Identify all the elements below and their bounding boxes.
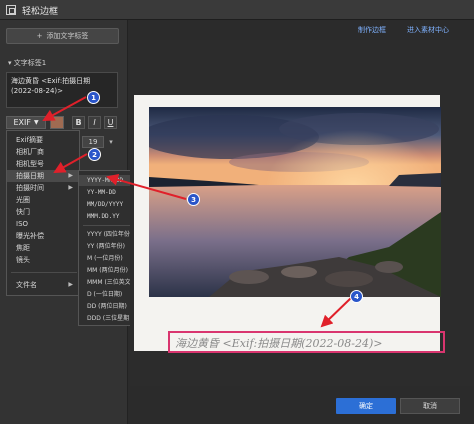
label-text-input[interactable]: 海边黄昏 <Exif:拍摄日期 (2022-08-24)>: [6, 72, 118, 108]
material-center-link[interactable]: 进入素材中心: [407, 25, 449, 35]
menu-item-shutter[interactable]: 快门: [7, 206, 79, 218]
caret-down-icon: ▼: [33, 119, 39, 126]
color-swatch[interactable]: [50, 116, 64, 129]
app-icon: [6, 5, 16, 15]
menu-item-capture-date-label: 拍摄日期: [16, 172, 44, 180]
section-label-text: 文字标签1: [13, 59, 47, 67]
menu-item-lens[interactable]: 镜头: [7, 254, 79, 266]
menu-item-camera-model[interactable]: 相机型号: [7, 158, 79, 170]
chevron-right-icon: ▶: [68, 184, 73, 191]
title-bar: 轻松边框: [0, 0, 474, 20]
italic-button[interactable]: I: [88, 116, 101, 129]
menu-item-aperture[interactable]: 光圈: [7, 194, 79, 206]
underline-button[interactable]: U: [104, 116, 117, 129]
ok-button[interactable]: 确定: [336, 398, 396, 414]
add-text-label-text: 添加文字标签: [46, 32, 89, 40]
cancel-button[interactable]: 取消: [400, 398, 460, 414]
font-size-field[interactable]: 19: [82, 136, 104, 148]
callout-badge-1: 1: [87, 91, 100, 104]
menu-item-filename-label: 文件名: [16, 281, 37, 289]
plus-icon: +: [36, 32, 43, 40]
window-title: 轻松边框: [22, 7, 59, 17]
menu-item-capture-date[interactable]: 拍摄日期 ▶: [7, 170, 79, 182]
add-text-label-button[interactable]: + 添加文字标签: [6, 28, 119, 44]
caption-text: 海边黄昏 <Exif:拍摄日期(2022-08-24)>: [175, 337, 383, 350]
menu-item-exif-summary[interactable]: Exif摘要: [7, 134, 79, 146]
callout-badge-2: 2: [88, 148, 101, 161]
exif-label: EXIF: [13, 118, 31, 127]
exif-field-menu: Exif摘要 相机厂商 相机型号 拍摄日期 ▶ 拍摄时间 ▶ 光圈 快门 ISO…: [6, 130, 80, 296]
exif-dropdown-button[interactable]: EXIF ▼: [6, 116, 46, 129]
menu-item-capture-time-label: 拍摄时间: [16, 184, 44, 192]
menu-item-filename[interactable]: 文件名 ▶: [7, 279, 79, 291]
menu-item-capture-time[interactable]: 拍摄时间 ▶: [7, 182, 79, 194]
section-label[interactable]: ▾ 文字标签1: [8, 58, 46, 68]
bold-button[interactable]: B: [72, 116, 85, 129]
label-text-line-1: 海边黄昏 <Exif:拍摄日期: [11, 77, 91, 85]
menu-divider: [11, 272, 77, 273]
callout-badge-4: 4: [350, 290, 363, 303]
chevron-right-icon: ▶: [68, 172, 73, 179]
font-size-chevron-icon[interactable]: ▾: [106, 136, 116, 148]
menu-item-camera-maker[interactable]: 相机厂商: [7, 146, 79, 158]
menu-item-exposure-comp[interactable]: 曝光补偿: [7, 230, 79, 242]
menu-item-iso[interactable]: ISO: [7, 218, 79, 230]
callout-badge-3: 3: [187, 193, 200, 206]
chevron-right-icon: ▶: [68, 281, 73, 288]
make-frame-link[interactable]: 制作边框: [358, 25, 386, 35]
menu-item-focal-length[interactable]: 焦距: [7, 242, 79, 254]
